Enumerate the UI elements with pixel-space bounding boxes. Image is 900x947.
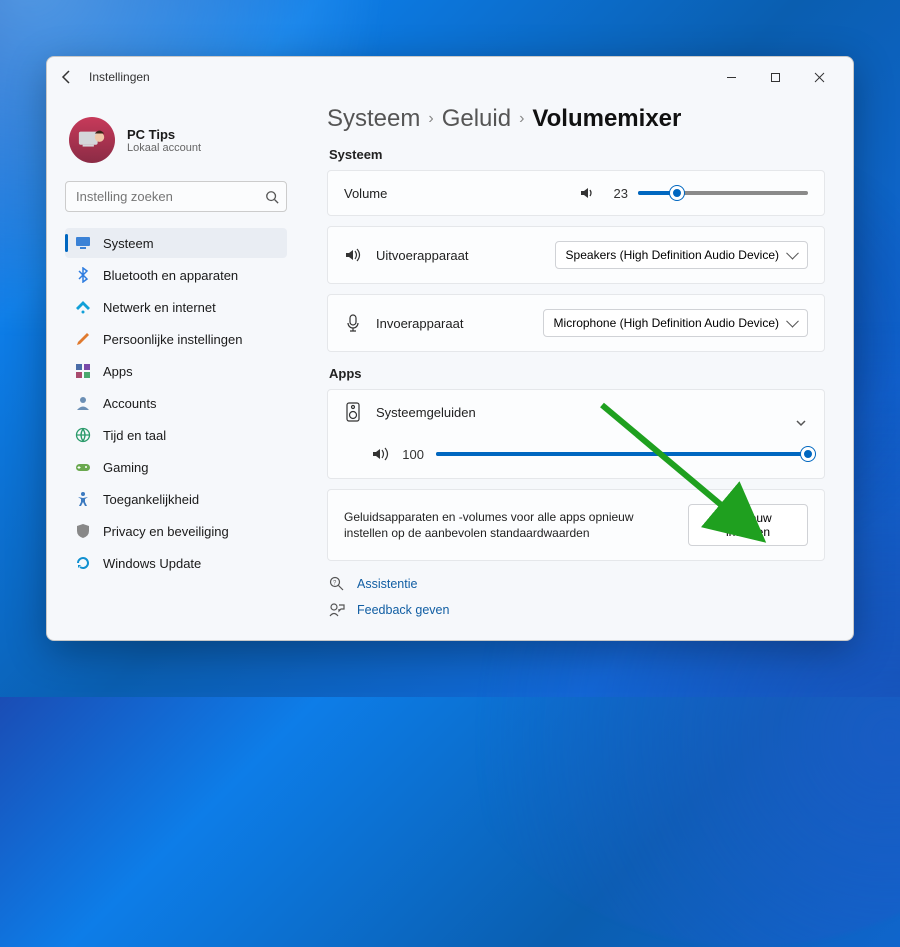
update-icon (75, 555, 91, 571)
breadcrumb-current: Volumemixer (532, 105, 681, 133)
input-device-dropdown[interactable]: Microphone (High Definition Audio Device… (543, 309, 808, 337)
output-device-row: Uitvoerapparaat Speakers (High Definitio… (327, 226, 825, 284)
profile-name: PC Tips (127, 127, 201, 142)
sidebar-item-label: Systeem (103, 236, 154, 251)
feedback-icon (329, 602, 345, 618)
volume-label: Volume (344, 186, 387, 201)
speaker-loud-icon[interactable] (372, 446, 390, 462)
input-device-value: Microphone (High Definition Audio Device… (554, 316, 779, 330)
accessibility-icon (75, 491, 91, 507)
main-panel: Systeem › Geluid › Volumemixer Systeem V… (299, 97, 853, 640)
avatar (69, 117, 115, 163)
search-box (65, 181, 287, 212)
window-controls (709, 62, 841, 92)
sidebar-item-label: Accounts (103, 396, 156, 411)
sidebar-item-systeem[interactable]: Systeem (65, 228, 287, 258)
sidebar-item-toegankelijkheid[interactable]: Toegankelijkheid (65, 484, 287, 514)
breadcrumb-system[interactable]: Systeem (327, 105, 420, 133)
settings-window: Instellingen PC Tips Lokaal account (46, 56, 854, 641)
sidebar-item-privacy-en-beveiliging[interactable]: Privacy en beveiliging (65, 516, 287, 546)
close-button[interactable] (797, 62, 841, 92)
breadcrumb-sound[interactable]: Geluid (442, 105, 511, 133)
sidebar-item-label: Netwerk en internet (103, 300, 216, 315)
input-label: Invoerapparaat (376, 316, 463, 331)
monitor-icon (75, 235, 91, 251)
sidebar-item-tijd-en-taal[interactable]: Tijd en taal (65, 420, 287, 450)
sidebar-item-label: Gaming (103, 460, 149, 475)
feedback-label: Feedback geven (357, 603, 449, 617)
app-name: Systeemgeluiden (376, 405, 476, 420)
nav-list: Systeem Bluetooth en apparaten Netwerk en … (65, 228, 287, 578)
minimize-button[interactable] (709, 62, 753, 92)
app-volume-value: 100 (402, 447, 424, 462)
section-system-label: Systeem (329, 147, 825, 162)
sidebar-item-windows-update[interactable]: Windows Update (65, 548, 287, 578)
sidebar-item-label: Windows Update (103, 556, 201, 571)
profile-subtitle: Lokaal account (127, 142, 201, 154)
apps-icon (75, 363, 91, 379)
shield-icon (75, 523, 91, 539)
chevron-right-icon: › (428, 110, 433, 128)
person-icon (75, 395, 91, 411)
volume-slider[interactable] (638, 191, 808, 195)
gamepad-icon (75, 459, 91, 475)
globe-clock-icon (75, 427, 91, 443)
sidebar-item-netwerk-en-internet[interactable]: Netwerk en internet (65, 292, 287, 322)
sidebar-item-label: Privacy en beveiliging (103, 524, 229, 539)
microphone-icon (344, 314, 362, 332)
reset-description: Geluidsapparaten en -volumes voor alle a… (344, 509, 674, 541)
sidebar-item-bluetooth-en-apparaten[interactable]: Bluetooth en apparaten (65, 260, 287, 290)
search-icon (265, 190, 279, 204)
sidebar: PC Tips Lokaal account Systeem Bluetooth … (47, 97, 299, 640)
expand-chevron-icon[interactable] (794, 416, 808, 435)
volume-row: Volume 23 (327, 170, 825, 216)
sidebar-item-label: Apps (103, 364, 133, 379)
help-link[interactable]: ? Assistentie (327, 571, 825, 597)
output-device-value: Speakers (High Definition Audio Device) (566, 248, 779, 262)
help-icon: ? (329, 576, 345, 592)
profile-block[interactable]: PC Tips Lokaal account (69, 117, 287, 163)
maximize-button[interactable] (753, 62, 797, 92)
app-volume-slider[interactable] (436, 452, 808, 456)
sidebar-item-apps[interactable]: Apps (65, 356, 287, 386)
back-button[interactable] (59, 69, 75, 85)
speaker-out-icon (344, 246, 362, 264)
feedback-link[interactable]: Feedback geven (327, 597, 825, 623)
chevron-right-icon: › (519, 110, 524, 128)
help-label: Assistentie (357, 577, 417, 591)
sidebar-item-label: Persoonlijke instellingen (103, 332, 242, 347)
speaker-icon[interactable] (578, 185, 596, 201)
wifi-icon (75, 299, 91, 315)
bluetooth-icon (75, 267, 91, 283)
input-device-row: Invoerapparaat Microphone (High Definiti… (327, 294, 825, 352)
sidebar-item-label: Bluetooth en apparaten (103, 268, 238, 283)
search-input[interactable] (65, 181, 287, 212)
system-sounds-icon (344, 402, 362, 422)
volume-value: 23 (606, 186, 628, 201)
sidebar-item-label: Toegankelijkheid (103, 492, 199, 507)
window-title: Instellingen (89, 70, 150, 84)
sidebar-item-persoonlijke-instellingen[interactable]: Persoonlijke instellingen (65, 324, 287, 354)
output-label: Uitvoerapparaat (376, 248, 469, 263)
sidebar-item-gaming[interactable]: Gaming (65, 452, 287, 482)
titlebar: Instellingen (47, 57, 853, 97)
reset-button[interactable]: Opnieuw instellen (688, 504, 808, 546)
section-apps-label: Apps (329, 366, 825, 381)
reset-row: Geluidsapparaten en -volumes voor alle a… (327, 489, 825, 561)
sidebar-item-label: Tijd en taal (103, 428, 166, 443)
app-volume-item: Systeemgeluiden 100 (327, 389, 825, 479)
brush-icon (75, 331, 91, 347)
svg-text:?: ? (333, 581, 337, 587)
output-device-dropdown[interactable]: Speakers (High Definition Audio Device) (555, 241, 808, 269)
breadcrumb: Systeem › Geluid › Volumemixer (327, 105, 825, 133)
sidebar-item-accounts[interactable]: Accounts (65, 388, 287, 418)
